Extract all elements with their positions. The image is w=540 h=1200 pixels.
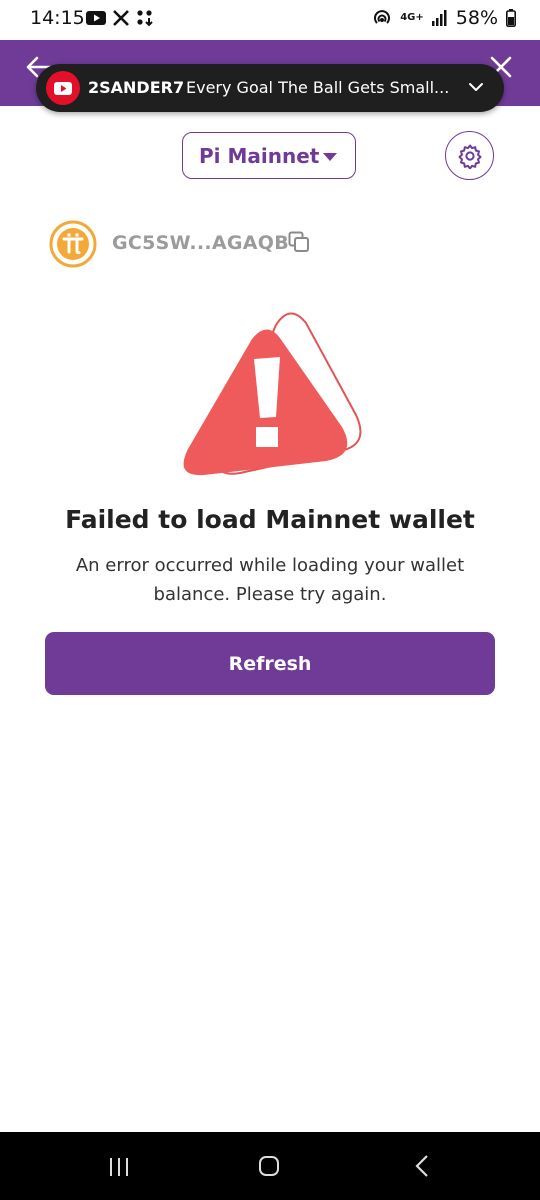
youtube-app-icon — [46, 71, 80, 105]
hotspot-icon — [374, 10, 391, 24]
signal-icon — [431, 10, 447, 26]
network-dropdown[interactable]: Pi Mainnet — [182, 132, 356, 179]
status-system-icons: 4G+ 58% — [372, 7, 516, 29]
network-type: 4G+ — [400, 12, 424, 23]
grid-icon — [137, 10, 153, 27]
media-notification[interactable]: 2SANDER7 Every Goal The Ball Gets Small.… — [36, 64, 504, 112]
recent-apps-icon[interactable] — [107, 1156, 131, 1178]
notification-title: Every Goal The Ball Gets Small... — [186, 78, 450, 97]
gear-icon — [458, 144, 481, 169]
pi-coin-icon — [49, 220, 97, 268]
refresh-button[interactable]: Refresh — [45, 632, 495, 695]
back-icon[interactable] — [412, 1154, 432, 1178]
chevron-down-icon[interactable] — [466, 77, 486, 97]
status-time: 14:15 — [30, 7, 85, 29]
error-title: Failed to load Mainnet wallet — [65, 505, 475, 534]
battery-icon — [506, 9, 516, 27]
wallet-address: GC5SW...AGAQB — [112, 232, 290, 254]
notification-channel: 2SANDER7 — [88, 78, 185, 97]
error-message: An error occurred while loading your wal… — [75, 555, 465, 605]
x-icon — [113, 10, 129, 26]
settings-button[interactable] — [445, 131, 494, 180]
caret-down-icon — [323, 153, 337, 161]
home-icon[interactable] — [258, 1155, 280, 1177]
warning-icon — [183, 312, 362, 476]
copy-icon[interactable] — [287, 230, 311, 254]
network-dropdown-label: Pi Mainnet — [199, 143, 320, 168]
battery-percent: 58% — [455, 7, 498, 29]
status-bar: 14:15 4G+ 58% — [0, 0, 540, 40]
status-notification-icons — [86, 9, 154, 27]
system-nav-bar — [0, 1132, 540, 1200]
youtube-icon — [86, 11, 106, 25]
